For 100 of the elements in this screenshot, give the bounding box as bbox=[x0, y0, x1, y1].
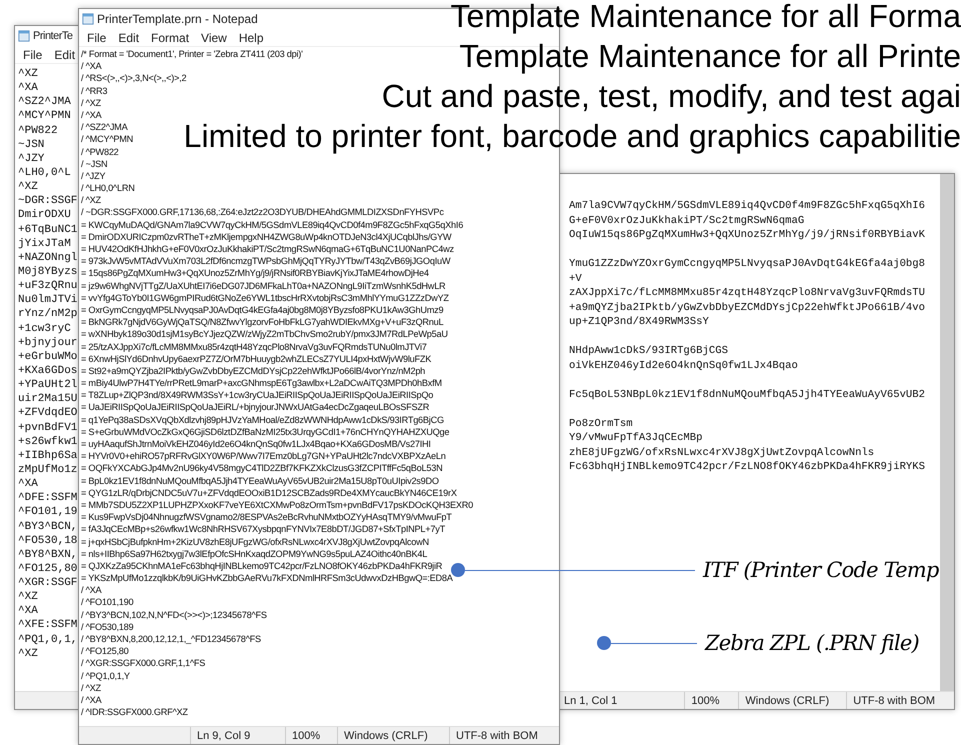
code-line: / ^XGR:SSGFX000.GRF,1,1^FS bbox=[81, 657, 206, 670]
code-line: ^LH0,0^L bbox=[18, 166, 71, 180]
slide-heading: Template Maintenance for all Printe bbox=[459, 37, 961, 76]
code-line: ^PW822 bbox=[18, 124, 58, 138]
code-line: / ^XA bbox=[81, 60, 102, 72]
code-line: / ^RR3 bbox=[81, 84, 108, 97]
code-line: +eGrbuWMo bbox=[18, 350, 78, 364]
code-line: ^FO101,19 bbox=[18, 505, 78, 520]
code-line: = QJXKzZa95CKhnMA1eFc63bhqHjINBLkemo9TC42pcr/FzLNO8fOKY46zbPKDa4hFKR9jiR bbox=[81, 560, 442, 572]
code-line: = OQFkYXCAbGJp4Mv2nU96ky4V58mgyC4TlD2ZBf7KFKZXkClzusG3fZCPITffFc5qBoL53N bbox=[81, 462, 442, 475]
code-line: = nls+IIBhp6Sa97H62txygj7w3lEfpOfcSHnKxaqdZOPM9YwNG9s5puLAZ4Oithc40nBK4L bbox=[81, 548, 428, 560]
menu-item[interactable]: File bbox=[19, 48, 46, 62]
callout-label: Zebra ZPL (.PRN file) bbox=[705, 631, 919, 655]
code-line: ^XZ bbox=[18, 590, 38, 604]
code-line: = wXNHbyk189o30d1sjM1syBcYJjezQZW/zWjyZ2mTbChvSmo2rubY/pmx3JM7RdLPeWp5aU bbox=[81, 328, 448, 340]
code-line: YmuG1ZZzDwYZOxrGymCcngyqMP5LNvyqsaPJ0AvDqtG4kEGfa4aj0bg8 bbox=[569, 257, 926, 272]
code-line: +s26wfkw1 bbox=[18, 434, 78, 449]
code-line: / ^SZ2^JMA bbox=[81, 121, 128, 134]
code-line: = q1YePq38aSDsXVqQbXdlzvhj89pHJVzYaMHoal/eZd8zWWNHdpAww1cDkS/93IRTg6BjCG bbox=[81, 414, 444, 426]
code-line: = T8ZLup+ZlQP3nd/8X49RWM3SsY+1cw3ryCUaJEiRIISpQoUaJEiRIISpQoUaJEiRIISpQo bbox=[81, 389, 434, 402]
code-line: = uyHAaqufShJtrnMoiVkEHZ046yId2e6O4knQnSq0fw1LJx4Bqao+KXa6GDosMB/Vs27IHI bbox=[81, 438, 431, 450]
code-line: ^SZ2^JMA bbox=[18, 95, 71, 110]
code-line: / ^LH0,0^LRN bbox=[81, 182, 135, 194]
code-line: M0j8YByzs bbox=[18, 264, 78, 280]
code-line: OqIuW15qs86PgZqMXumHw3+QqXUnoz5ZrMhYg/j9/jRNsif0RBYBiavK bbox=[569, 228, 926, 242]
code-line: +6TqBuNC1 bbox=[18, 222, 78, 237]
code-line: rYnz/nM2p bbox=[18, 307, 78, 322]
code-line: zAXJppXi7c/fLcMM8MMxu85r4zqtH48YzqcPlo8NrvaVg3uvFQRmdsTU bbox=[569, 286, 926, 300]
code-line: / ^FO530,189 bbox=[81, 620, 134, 633]
code-line: +NAZONngl bbox=[18, 250, 78, 265]
code-line: oiVkEHZ046yId2e6O4knQnSq0fw1LJx4Bqao bbox=[569, 358, 798, 373]
code-line: Fc63bhqHjINBLkemo9TC42pcr/FzLNO8fOKY46zbPKDa4hFKR9jiRYKS bbox=[569, 460, 926, 474]
menu-item[interactable]: View bbox=[197, 30, 231, 44]
code-line: = 6XnwHjSlYd6DnhvUpy6aexrPZ7Z/OrM7bHuuygb2whZLECsZ7YULI4pxHxtWjvW9luFZK bbox=[81, 352, 432, 365]
menu-item[interactable]: Edit bbox=[50, 48, 80, 62]
code-line: = DmirODXURICzpm0zvRTheT+zMKljempgxNH4ZWG8uWp4knOTDJeN3cl4XjUCqblJhs/GYW bbox=[81, 230, 452, 243]
code-line: = fA3JqCEcMBp+s26wfkw1Wc8NhRHSV67XysbpqnFYNVIx7E8bDT/JGD87+SfxTpINPL+7yT bbox=[81, 523, 445, 536]
code-line: +YPaUHt2l bbox=[18, 378, 78, 392]
code-line: zMpUfMo1z bbox=[18, 462, 78, 478]
code-line: / ^IDR:SSGFX000.GRF^XZ bbox=[81, 706, 188, 718]
code-line: ^XA bbox=[18, 477, 38, 492]
code-line: ~DGR:SSGF bbox=[18, 194, 78, 208]
code-line: = UaJEiRIISpQoUaJEiRIISpQoUaJEiRL/+bjnyjourJNWxUAtGa4ecDcZgaqeuLBOsSFSZR bbox=[81, 401, 430, 414]
code-line: / ^XZ bbox=[81, 194, 101, 206]
code-line: ^PQ1,0,1, bbox=[18, 632, 78, 647]
code-line: +IIBhp6Sa bbox=[18, 448, 78, 463]
code-line: up+Z1QP3nd/8X49RWM3SsY bbox=[569, 315, 709, 330]
code-line: = BpL0kz1EV1f8dnNuMQouMfbqA5Jjh4TYEeaWuAyV65vUB2uir2Ma15U8pT0uUIpiv2s9DO bbox=[81, 474, 439, 487]
code-line: +KXa6GDos bbox=[18, 364, 78, 378]
code-line: / ^MCY^PMN bbox=[81, 133, 134, 146]
status-text: Windows (CRLF) bbox=[738, 692, 846, 709]
code-line: / ^FO125,80 bbox=[81, 645, 129, 658]
code-line: ^BY8^BXN, bbox=[18, 548, 78, 562]
slide-heading: Cut and paste, test, modify, and test agai bbox=[382, 77, 961, 116]
status-text: UTF-8 with BOM bbox=[449, 727, 559, 744]
code-line: = jz9w6WhgNVjTTgZ/UaXUhtEI7i6eDG07JD6MFkaLhT0a+NAZONngL9IiTzmWsnhK5dHwLR bbox=[81, 280, 446, 292]
code-line: +ZFVdqdEO bbox=[18, 406, 78, 421]
code-line: NHdpAww1cDkS/93IRTg6BjCGS bbox=[569, 344, 728, 358]
code-line: Po8zOrmTsm bbox=[569, 416, 633, 431]
code-line: +1cw3ryC bbox=[18, 322, 71, 336]
code-line: / ~JSN bbox=[81, 158, 108, 170]
code-line: = HUV42OdKfHJhkhG+eF0V0xrOzJuKkhakiPT/Sc2tmgRSwN6qmaG+6TqBuNC1U0NanPC4wz bbox=[81, 243, 454, 256]
code-line: +pvnBdFV1 bbox=[18, 420, 78, 435]
code-line: / ^XA bbox=[81, 108, 102, 122]
code-line: = MMb7SDU5Z2XP1LUPHZPXxoKF7veYE6XtCXMwPo8zOrmTsm+pvnBdFV17psKDOcKQH3EXR0 bbox=[81, 498, 474, 512]
code-line: / ^PW822 bbox=[81, 146, 119, 158]
code-line: DmirODXU bbox=[18, 208, 71, 223]
code-line: ^XZ bbox=[18, 67, 38, 82]
code-line: zhE8jUFgzWG/ofxRsNLwxc4rXVJ8gXjUwtZovpqAlcowNnls bbox=[569, 446, 874, 460]
code-line: / ^JZY bbox=[81, 170, 106, 182]
code-line: = Kus9FwpVsDj04NhnugzfWSVgnamo2/8ESPVAs2eBcRvhuNMxtbOZYyHAsqTMY9/vMwuFpT bbox=[81, 511, 452, 524]
menu-item[interactable]: File bbox=[83, 30, 110, 44]
code-line: / ^XZ bbox=[81, 96, 101, 109]
code-line: = S+eGrbuWMdVOcZkGxQ6GjiSD6lztDZfBaNzMI25tx3UrqyGCdI1+76nCHYnQYHAHZXUQge bbox=[81, 426, 450, 438]
code-line: +uF3zQRnu bbox=[18, 279, 78, 294]
menu-item[interactable]: Help bbox=[234, 30, 268, 44]
code-line: / ^FO101,190 bbox=[81, 596, 134, 609]
menu-item[interactable]: Edit bbox=[114, 30, 144, 44]
code-line: ^JZY bbox=[18, 152, 44, 166]
code-line: Y9/vMwuFpTfA3JqCEcMBp bbox=[569, 431, 703, 446]
code-line: Nu0lmJTVi bbox=[18, 293, 78, 308]
scrollbar[interactable] bbox=[940, 174, 954, 691]
code-line: = QYG1zLR/qDrbjCNDC5uV7u+ZFVdqdEOOxiB1D12SCBZads9RDe4XMYcaucBkYN46CE19rX bbox=[81, 486, 457, 499]
code-line: ^BY3^BCN, bbox=[18, 520, 78, 534]
code-line: = j+qxHSbCjBufpknHm+2KizUV8zhE8jUFgzWG/ofxRsNLwxc4rXVJ8gXjUwtZovpqAlcowN bbox=[81, 536, 429, 548]
code-line: ^XZ bbox=[18, 646, 38, 661]
code-line: = St92+a9mQYZjba2IPktb/yGwZvbDbyEZCMdDYsjCp22ehWfktJPo66lB/4vorYnz/nM2ph bbox=[81, 364, 426, 378]
code-line: Am7la9CVW7qyCkHM/5GSdmVLE89iq4QvCD0f4m9F8ZGc5hFxqG5qXhI6 bbox=[569, 199, 926, 214]
code-line: / ^BY3^BCN,102,N,N^FD<(>><)>;12345678^FS bbox=[81, 608, 267, 621]
code-line: ^MCY^PMN bbox=[18, 109, 71, 124]
code-line: jYixJTaM bbox=[18, 236, 71, 251]
menu-item[interactable]: Format bbox=[147, 30, 194, 44]
code-line: / ^PQ1,0,1,Y bbox=[81, 670, 130, 682]
notepad-icon bbox=[18, 30, 30, 42]
status-text: Windows (CRLF) bbox=[337, 727, 449, 744]
callout-label: ITF (Printer Code Temp bbox=[703, 558, 939, 582]
code-line: = OxrGymCcngyqMP5LNvyqsaPJ0AvDqtG4kEGfa4aj0bg8M0j8YByzsfo8PKU1kAw3GhUmz9 bbox=[81, 304, 444, 316]
code-line: ^XFE:SSFM bbox=[18, 618, 78, 633]
code-line: = BkNGRk7gNjdV6GyWjQaTSQ/N8ZfwvYlgzorvFoHbFkLG7yahWDIEkvMXg+V+uF3zQRnuL bbox=[81, 316, 444, 328]
code-line: = 15qs86PgZqMXumHw3+QqXUnoz5ZrMhYg/j9/jRNsif0RBYBiavKjYixJTaME4rhowDjHe4 bbox=[81, 267, 429, 280]
